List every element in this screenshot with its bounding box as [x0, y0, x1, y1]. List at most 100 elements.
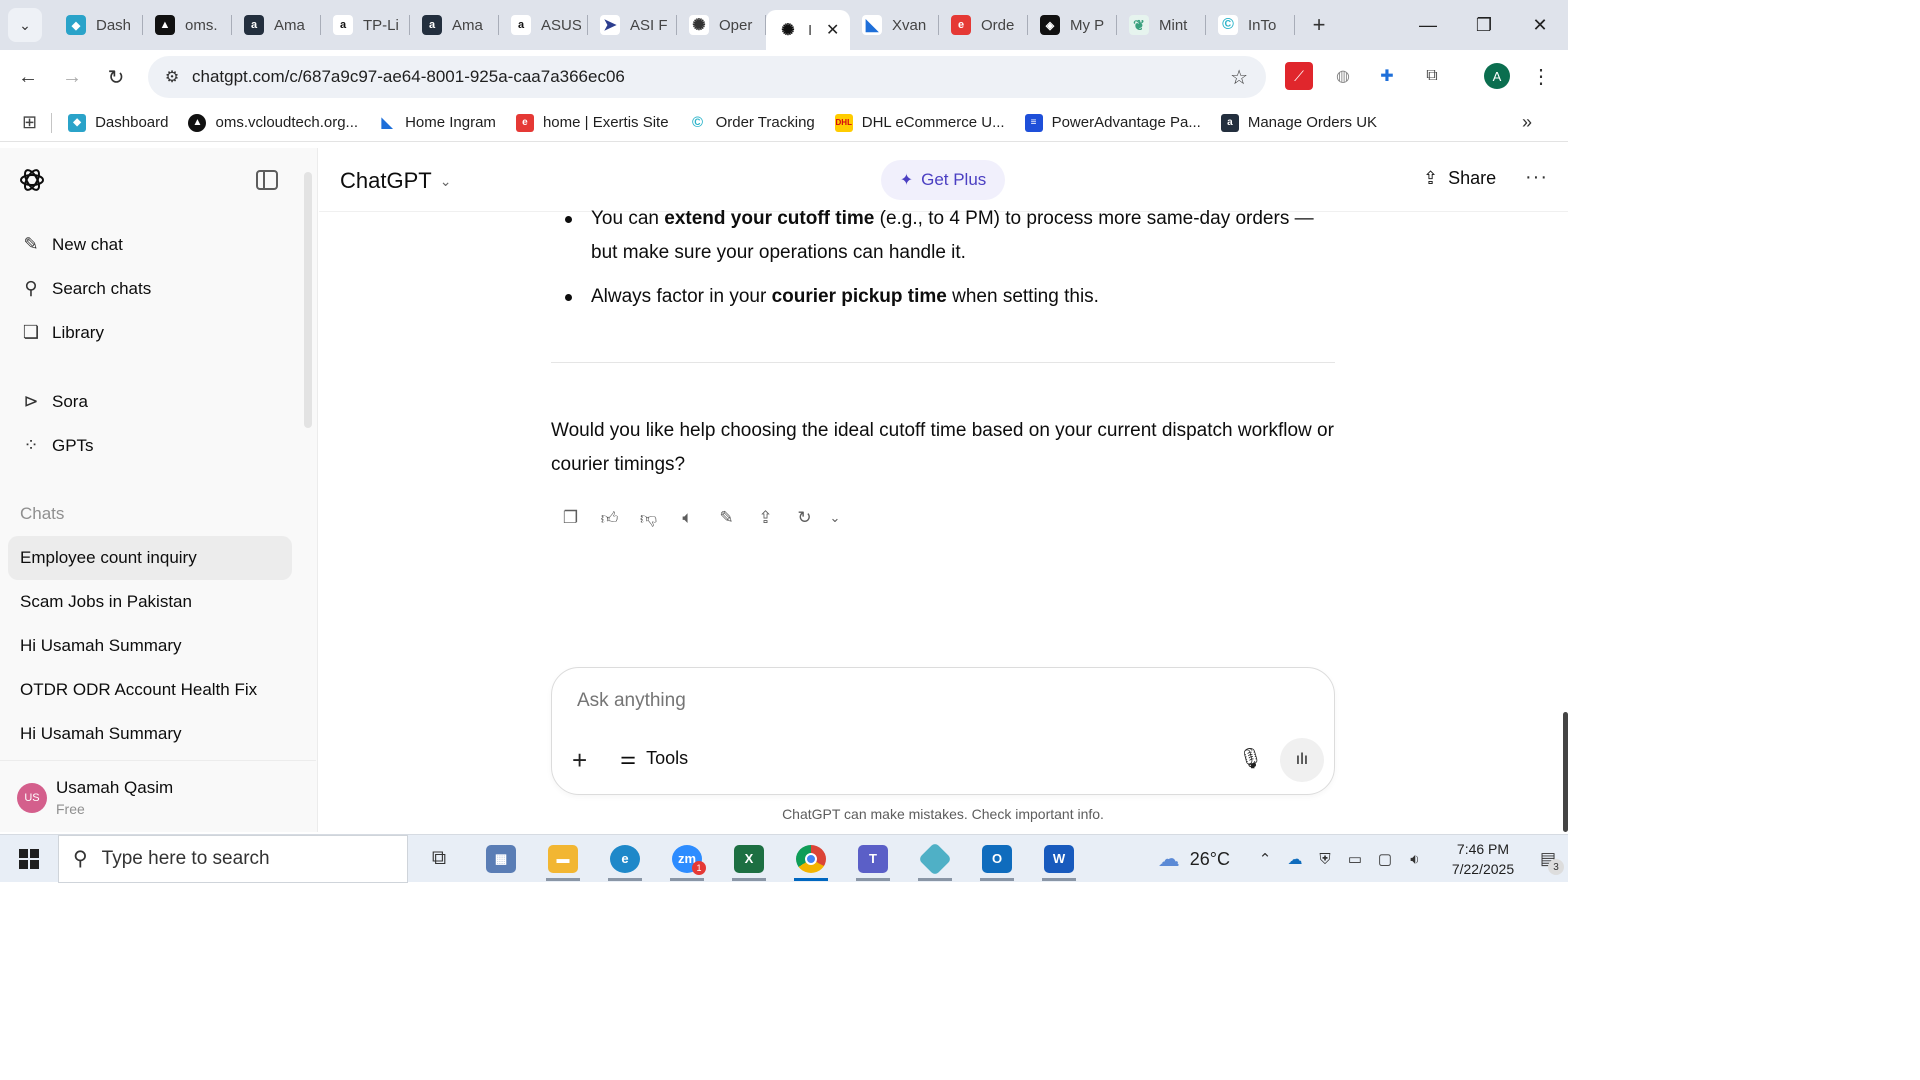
address-bar[interactable]: ⚙ chatgpt.com/c/687a9c97-ae64-8001-925a-… — [148, 56, 1266, 98]
thumbs-down-icon[interactable]: 👎︎ — [629, 504, 668, 532]
zoom-icon[interactable]: zm 1 — [656, 835, 718, 883]
tab-asus[interactable]: a ASUS — [499, 0, 588, 50]
main-scrollbar[interactable] — [1563, 712, 1568, 832]
start-button[interactable] — [0, 835, 58, 883]
tab-asi[interactable]: ➤ ASI F — [588, 0, 677, 50]
battery-icon[interactable]: ▭ — [1342, 850, 1368, 868]
tab-amazon-1[interactable]: a Ama — [232, 0, 321, 50]
openai-icon: ✺ — [778, 20, 798, 40]
sidebar-item-new-chat[interactable]: ✎ New chat — [20, 234, 122, 255]
site-settings-icon[interactable]: ⚙ — [156, 67, 188, 87]
get-plus-button[interactable]: ✦ Get Plus — [881, 160, 1005, 200]
bookmark-exertis[interactable]: e home | Exertis Site — [515, 113, 669, 132]
globe-extension-icon[interactable]: ◍ — [1329, 62, 1357, 90]
tools-button[interactable]: ⚌ Tools — [620, 748, 688, 769]
chrome-icon[interactable] — [780, 835, 842, 883]
chat-item[interactable]: Hi Usamah Summary — [8, 624, 292, 668]
tab-dashboard[interactable]: ◆ Dash — [54, 0, 143, 50]
share-message-icon[interactable]: ⇪ — [746, 504, 785, 532]
taskbar-search[interactable]: ⚲ Type here to search — [58, 834, 408, 883]
tab-orders[interactable]: e Orde — [939, 0, 1028, 50]
bookmark-oms[interactable]: ▲ oms.vcloudtech.org... — [188, 113, 358, 132]
extensions-puzzle-icon[interactable]: ⧉ — [1418, 62, 1446, 90]
chevron-down-icon[interactable]: ⌄ — [824, 504, 846, 532]
voice-mode-button[interactable]: ılı — [1280, 738, 1324, 782]
prompt-input[interactable] — [577, 690, 1177, 712]
bookmark-manage-orders[interactable]: a Manage Orders UK — [1220, 113, 1377, 132]
tab-oms[interactable]: ▲ oms. — [143, 0, 232, 50]
thumbs-up-icon[interactable]: 👍︎ — [590, 504, 629, 532]
read-aloud-icon[interactable]: 🔈︎ — [668, 504, 707, 532]
sidebar-scrollbar[interactable] — [304, 172, 312, 428]
tab-amazon-2[interactable]: a Ama — [410, 0, 499, 50]
forward-icon[interactable]: → — [52, 57, 92, 97]
add-attachment-icon[interactable]: + — [572, 746, 587, 774]
vpn-extension-icon[interactable]: ✚ — [1373, 62, 1401, 90]
edge-icon[interactable]: e — [594, 835, 656, 883]
word-icon[interactable]: W — [1028, 835, 1090, 883]
chat-item[interactable]: Scam Jobs in Pakistan — [8, 580, 292, 624]
tab-myp[interactable]: ◈ My P — [1028, 0, 1117, 50]
bookmark-dhl[interactable]: DHL DHL eCommerce U... — [834, 113, 1005, 132]
tab-search-button[interactable]: ⌄ — [8, 8, 42, 42]
security-icon[interactable]: ⛨ — [1312, 851, 1338, 868]
tab-into[interactable]: © InTo — [1206, 0, 1295, 50]
tab-chatgpt-active[interactable]: ✺ I ✕ — [766, 10, 850, 50]
app-diamond-icon[interactable] — [904, 835, 966, 883]
user-account-menu[interactable]: US Usamah Qasim Free — [0, 760, 316, 832]
notifications-icon[interactable]: ▤ 3 — [1528, 835, 1568, 883]
browser-toolbar: ← → ↻ ⚙ chatgpt.com/c/687a9c97-ae64-8001… — [0, 50, 1568, 104]
tab-openai[interactable]: ✺ Oper — [677, 0, 766, 50]
browser-menu-icon[interactable]: ⋮ — [1527, 62, 1555, 90]
outlook-icon[interactable]: O — [966, 835, 1028, 883]
pdf-extension-icon[interactable]: ⟋ — [1285, 62, 1313, 90]
network-icon[interactable]: ▢ — [1372, 850, 1398, 868]
share-button[interactable]: ⇪ Share — [1423, 168, 1496, 189]
back-icon[interactable]: ← — [8, 57, 48, 97]
minimize-icon[interactable]: — — [1400, 0, 1456, 50]
tab-xvantage[interactable]: ◣ Xvan — [850, 0, 939, 50]
sidebar-item-sora[interactable]: ⊳ Sora — [20, 391, 87, 412]
task-view-icon[interactable]: ⧉ — [408, 835, 470, 883]
share-icon: ⇪ — [1423, 168, 1439, 188]
openai-logo-icon[interactable] — [18, 166, 46, 194]
bookmark-poweradvantage[interactable]: ≡ PowerAdvantage Pa... — [1024, 113, 1201, 132]
restore-icon[interactable]: ❐ — [1456, 0, 1512, 50]
chat-item[interactable]: Employee count inquiry — [8, 536, 292, 580]
edit-in-canvas-icon[interactable]: ✎ — [707, 504, 746, 532]
sidebar-item-gpts[interactable]: ⁘ GPTs — [20, 435, 93, 456]
regenerate-icon[interactable]: ↻ — [785, 504, 824, 532]
taskbar-clock[interactable]: 7:46 PM 7/22/2025 — [1438, 839, 1528, 879]
microphone-icon[interactable]: 🎙︎ — [1238, 746, 1263, 771]
file-explorer-icon[interactable]: ▬ — [532, 835, 594, 883]
bookmark-star-icon[interactable]: ☆ — [1230, 65, 1248, 90]
chevron-up-icon[interactable]: ⌃ — [1252, 850, 1278, 868]
tab-mint[interactable]: ❦ Mint — [1117, 0, 1206, 50]
volume-icon[interactable]: 🔉︎ — [1402, 851, 1428, 868]
bookmark-order-tracking[interactable]: © Order Tracking — [688, 113, 815, 132]
more-bookmarks-icon[interactable]: » — [1522, 112, 1532, 133]
bookmark-home-ingram[interactable]: ◣ Home Ingram — [378, 113, 496, 132]
teams-icon[interactable]: T — [842, 835, 904, 883]
bookmark-dashboard[interactable]: ◆ Dashboard — [68, 113, 168, 132]
profile-avatar[interactable]: A — [1483, 62, 1511, 90]
onedrive-icon[interactable]: ☁ — [1282, 850, 1308, 868]
close-tab-icon[interactable]: ✕ — [826, 20, 839, 40]
chat-item[interactable]: OTDR ODR Account Health Fix — [8, 668, 292, 712]
sidebar-item-library[interactable]: ❏ Library — [20, 322, 104, 343]
calculator-icon[interactable]: ▦ — [470, 835, 532, 883]
model-selector[interactable]: ChatGPT ⌄ — [340, 168, 451, 194]
copy-icon[interactable]: ❐ — [551, 504, 590, 532]
more-options-icon[interactable]: ··· — [1525, 166, 1548, 189]
sidebar-item-search-chats[interactable]: ⚲ Search chats — [20, 278, 151, 299]
sidebar-toggle-icon[interactable] — [256, 170, 278, 190]
new-tab-icon[interactable]: + — [1305, 12, 1333, 38]
tab-tplink[interactable]: a TP-Li — [321, 0, 410, 50]
chat-item[interactable]: Hi Usamah Summary — [8, 712, 292, 756]
weather-widget[interactable]: ☁ 26°C — [1158, 846, 1230, 872]
url-text[interactable]: chatgpt.com/c/687a9c97-ae64-8001-925a-ca… — [192, 67, 625, 87]
excel-icon[interactable]: X — [718, 835, 780, 883]
reload-icon[interactable]: ↻ — [96, 57, 136, 97]
apps-grid-icon[interactable]: ⊞ — [22, 112, 37, 133]
close-window-icon[interactable]: ✕ — [1512, 0, 1568, 50]
